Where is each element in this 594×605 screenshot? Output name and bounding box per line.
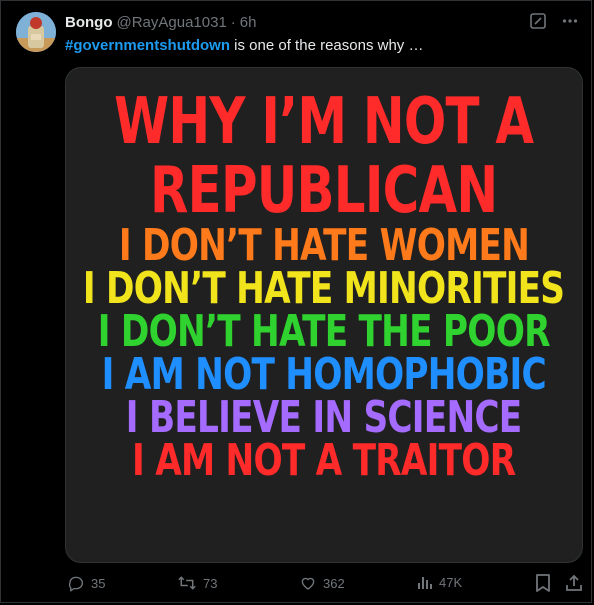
poster-line: WHY I’M NOT A	[114, 85, 534, 159]
repost-button[interactable]: 73	[177, 574, 217, 592]
repost-count: 73	[203, 575, 218, 591]
tweet-text-body: is one of the reasons why …	[230, 37, 424, 54]
poster-line: I DON’T HATE MINORITIES	[83, 263, 565, 314]
avatar[interactable]	[16, 12, 56, 52]
hashtag-link[interactable]: #governmentshutdown	[65, 37, 230, 54]
tweet-media-image[interactable]: WHY I’M NOT A REPUBLICAN I DON’T HATE WOME…	[65, 67, 583, 563]
repost-icon	[177, 574, 197, 592]
avatar-image	[16, 12, 56, 52]
poster-line: I DON’T HATE WOMEN	[118, 220, 530, 271]
poster-line: I AM NOT HOMOPHOBIC	[101, 349, 547, 400]
bookmark-button[interactable]	[535, 574, 551, 592]
views-count: 47K	[439, 574, 463, 590]
tweet-header: Bongo @RayAgua1031 · 6h	[65, 12, 256, 32]
views-button[interactable]: 47K	[417, 574, 462, 590]
like-icon	[299, 574, 317, 592]
poster-line: REPUBLICAN	[150, 154, 498, 228]
share-button[interactable]	[565, 574, 583, 592]
separator-dot: ·	[230, 13, 236, 31]
reply-count: 35	[91, 575, 106, 591]
author-name[interactable]: Bongo	[65, 14, 112, 31]
like-count: 362	[323, 575, 345, 591]
poster-text: WHY I’M NOT A REPUBLICAN I DON’T HATE WOME…	[66, 85, 582, 486]
tweet-text: #governmentshutdown is one of the reason…	[65, 36, 423, 56]
share-icon	[565, 574, 583, 592]
like-button[interactable]: 362	[299, 574, 345, 592]
bookmark-icon	[535, 574, 551, 592]
tweet-action-bar: 35 73 362 47K	[65, 574, 583, 598]
tweet-time[interactable]: 6h	[240, 14, 257, 31]
more-icon[interactable]	[561, 12, 579, 30]
views-icon	[417, 574, 433, 590]
tweet-top-actions	[529, 12, 579, 30]
reply-icon	[67, 574, 85, 592]
poster-line: I DON’T HATE THE POOR	[97, 306, 551, 357]
author-handle[interactable]: @RayAgua1031	[116, 14, 226, 31]
reply-button[interactable]: 35	[67, 574, 105, 592]
poster-line: I BELIEVE IN SCIENCE	[126, 392, 522, 443]
poster-line: I AM NOT A TRAITOR	[132, 435, 516, 486]
tweet-card[interactable]: Bongo @RayAgua1031 · 6h #governmentshutd…	[0, 0, 592, 603]
grok-icon[interactable]	[529, 12, 547, 30]
